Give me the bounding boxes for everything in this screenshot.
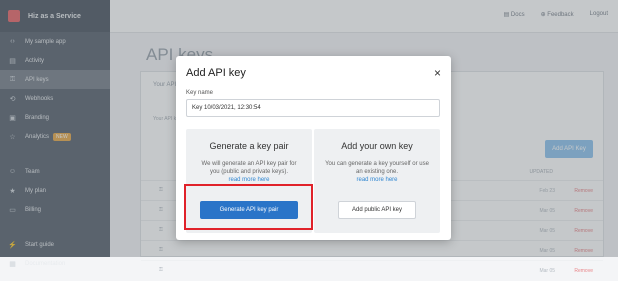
docs-icon: ▦ [9, 260, 16, 268]
modal-title: Add API key [186, 67, 246, 79]
own-read-more-link[interactable]: read more here [356, 177, 397, 183]
generate-description: We will generate an API key pair for you… [201, 161, 297, 175]
updated-date: Mar 05 [539, 268, 555, 274]
own-heading: Add your own key [341, 141, 413, 151]
generate-api-key-pair-button[interactable]: Generate API key pair [200, 201, 298, 219]
generate-heading: Generate a key pair [209, 141, 289, 151]
sidebar-item-label: Documentation [25, 260, 66, 267]
add-public-api-key-button[interactable]: Add public API key [338, 201, 416, 219]
add-own-key-panel: Add your own key You can generate a key … [314, 129, 440, 233]
key-icon: ⚿ [159, 267, 163, 273]
add-api-key-modal: Add API key × Key name Key 10/03/2021, 1… [176, 56, 451, 240]
remove-link[interactable]: Remove [574, 268, 593, 274]
generate-text: We will generate an API key pair for you… [196, 160, 302, 184]
key-name-input[interactable]: Key 10/03/2021, 12:30:54 [186, 99, 440, 117]
close-icon[interactable]: × [434, 66, 441, 80]
generate-key-pair-panel: Generate a key pair We will generate an … [186, 129, 312, 233]
generate-read-more-link[interactable]: read more here [228, 177, 269, 183]
own-description: You can generate a key yourself or use a… [325, 161, 429, 175]
key-name-label: Key name [186, 90, 214, 96]
own-text: You can generate a key yourself or use a… [324, 160, 430, 184]
table-row: ⚿ Mar 05 Remove [141, 260, 603, 281]
